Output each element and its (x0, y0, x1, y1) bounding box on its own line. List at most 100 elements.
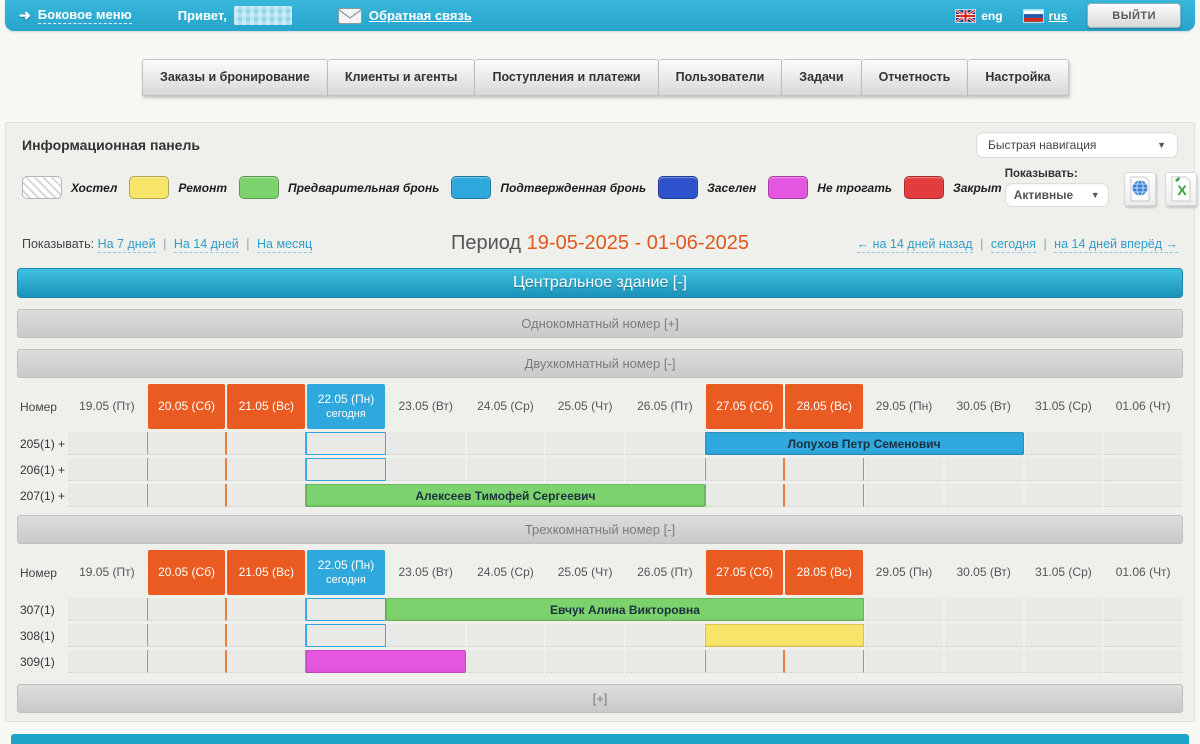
calendar-cell[interactable] (705, 484, 785, 507)
room-label[interactable]: 207(1) + (17, 484, 67, 507)
calendar-cell[interactable] (226, 432, 306, 455)
section-three-room[interactable]: Трехкомнатный номер [-] (17, 515, 1183, 544)
section-two-room[interactable]: Двухкомнатный номер [-] (17, 349, 1183, 378)
calendar-cell[interactable] (68, 624, 146, 647)
calendar-cell[interactable] (705, 650, 785, 673)
calendar-cell[interactable] (68, 650, 146, 673)
calendar-cell[interactable] (306, 598, 386, 621)
calendar-cell[interactable] (784, 484, 864, 507)
calendar-cell[interactable] (467, 650, 545, 673)
calendar-cell[interactable] (546, 624, 624, 647)
calendar-cell[interactable] (147, 432, 227, 455)
calendar-cell[interactable] (1104, 624, 1182, 647)
building-header[interactable]: Центральное здание [-] (17, 268, 1183, 298)
tab-clients-agents[interactable]: Клиенты и агенты (328, 59, 476, 96)
calendar-cell[interactable] (1025, 598, 1103, 621)
calendar-cell[interactable] (68, 484, 146, 507)
range-7-days-link[interactable]: На 7 дней (98, 237, 156, 253)
calendar-cell[interactable] (546, 458, 624, 481)
booking-bar[interactable] (705, 624, 864, 647)
tab-users[interactable]: Пользователи (659, 59, 783, 96)
calendar-cell[interactable] (226, 484, 306, 507)
calendar-cell[interactable] (1104, 650, 1182, 673)
excel-export-icon[interactable]: X (1165, 172, 1197, 206)
calendar-cell[interactable] (1104, 598, 1182, 621)
calendar-cell[interactable] (387, 458, 465, 481)
period-today-link[interactable]: сегодня (991, 237, 1036, 253)
booking-bar[interactable]: Алексеев Тимофей Сергеевич (306, 484, 705, 507)
calendar-cell[interactable] (68, 432, 146, 455)
room-label[interactable]: 307(1) (17, 598, 67, 621)
calendar-cell[interactable] (387, 432, 465, 455)
calendar-cell[interactable] (626, 650, 704, 673)
calendar-cell[interactable] (226, 598, 306, 621)
calendar-cell[interactable] (626, 458, 704, 481)
calendar-cell[interactable] (1104, 484, 1182, 507)
period-forward-link[interactable]: на 14 дней вперёд → (1054, 237, 1178, 253)
calendar-cell[interactable] (387, 624, 465, 647)
calendar-cell[interactable] (226, 624, 306, 647)
room-label[interactable]: 308(1) (17, 624, 67, 647)
calendar-cell[interactable] (705, 458, 785, 481)
range-14-days-link[interactable]: На 14 дней (174, 237, 239, 253)
calendar-cell[interactable] (68, 458, 146, 481)
calendar-cell[interactable] (784, 458, 864, 481)
calendar-cell[interactable] (546, 432, 624, 455)
globe-export-icon[interactable] (1124, 172, 1156, 206)
calendar-cell[interactable] (147, 598, 227, 621)
room-label[interactable]: 309(1) (17, 650, 67, 673)
calendar-cell[interactable] (226, 458, 306, 481)
section-expand-more[interactable]: [+] (17, 684, 1183, 713)
calendar-cell[interactable] (945, 458, 1023, 481)
calendar-cell[interactable] (865, 650, 943, 673)
side-menu-toggle[interactable]: ➜ Боковое меню (19, 7, 132, 24)
calendar-cell[interactable] (784, 650, 864, 673)
calendar-cell[interactable] (865, 598, 943, 621)
feedback-link[interactable]: Обратная связь (338, 8, 472, 24)
calendar-cell[interactable] (147, 458, 227, 481)
calendar-cell[interactable] (865, 484, 943, 507)
calendar-cell[interactable] (626, 624, 704, 647)
next-building-bar[interactable] (11, 734, 1189, 744)
calendar-cell[interactable] (1025, 432, 1103, 455)
calendar-cell[interactable] (306, 432, 386, 455)
tab-orders-booking[interactable]: Заказы и бронирование (142, 59, 328, 96)
calendar-cell[interactable] (1025, 624, 1103, 647)
range-month-link[interactable]: На месяц (257, 237, 312, 253)
calendar-cell[interactable] (1025, 458, 1103, 481)
calendar-cell[interactable] (1104, 432, 1182, 455)
lang-rus[interactable]: rus (1023, 9, 1068, 23)
calendar-cell[interactable] (945, 650, 1023, 673)
calendar-cell[interactable] (945, 598, 1023, 621)
calendar-cell[interactable] (945, 484, 1023, 507)
calendar-cell[interactable] (68, 598, 146, 621)
calendar-cell[interactable] (467, 458, 545, 481)
calendar-cell[interactable] (306, 458, 386, 481)
booking-bar[interactable]: Евчук Алина Викторовна (386, 598, 864, 621)
booking-bar[interactable] (306, 650, 465, 673)
calendar-cell[interactable] (306, 624, 386, 647)
calendar-cell[interactable] (1025, 484, 1103, 507)
lang-eng[interactable]: eng (955, 9, 1002, 23)
room-label[interactable]: 205(1) + (17, 432, 67, 455)
room-label[interactable]: 206(1) + (17, 458, 67, 481)
calendar-cell[interactable] (865, 458, 943, 481)
quick-nav-select[interactable]: Быстрая навигация ▼ (976, 132, 1178, 158)
calendar-cell[interactable] (147, 484, 227, 507)
section-one-room-collapsed[interactable]: Однокомнатный номер [+] (17, 309, 1183, 338)
calendar-cell[interactable] (945, 624, 1023, 647)
calendar-cell[interactable] (226, 650, 306, 673)
calendar-cell[interactable] (467, 432, 545, 455)
calendar-cell[interactable] (467, 624, 545, 647)
logout-button[interactable]: выйти (1087, 3, 1181, 28)
status-filter-select[interactable]: Активные ▼ (1005, 183, 1109, 207)
period-back-link[interactable]: ← на 14 дней назад (857, 237, 973, 253)
calendar-cell[interactable] (865, 624, 943, 647)
tab-settings[interactable]: Настройка (968, 59, 1068, 96)
calendar-cell[interactable] (147, 624, 227, 647)
calendar-cell[interactable] (1104, 458, 1182, 481)
calendar-cell[interactable] (546, 650, 624, 673)
calendar-cell[interactable] (626, 432, 704, 455)
calendar-cell[interactable] (147, 650, 227, 673)
tab-reports[interactable]: Отчетность (862, 59, 969, 96)
